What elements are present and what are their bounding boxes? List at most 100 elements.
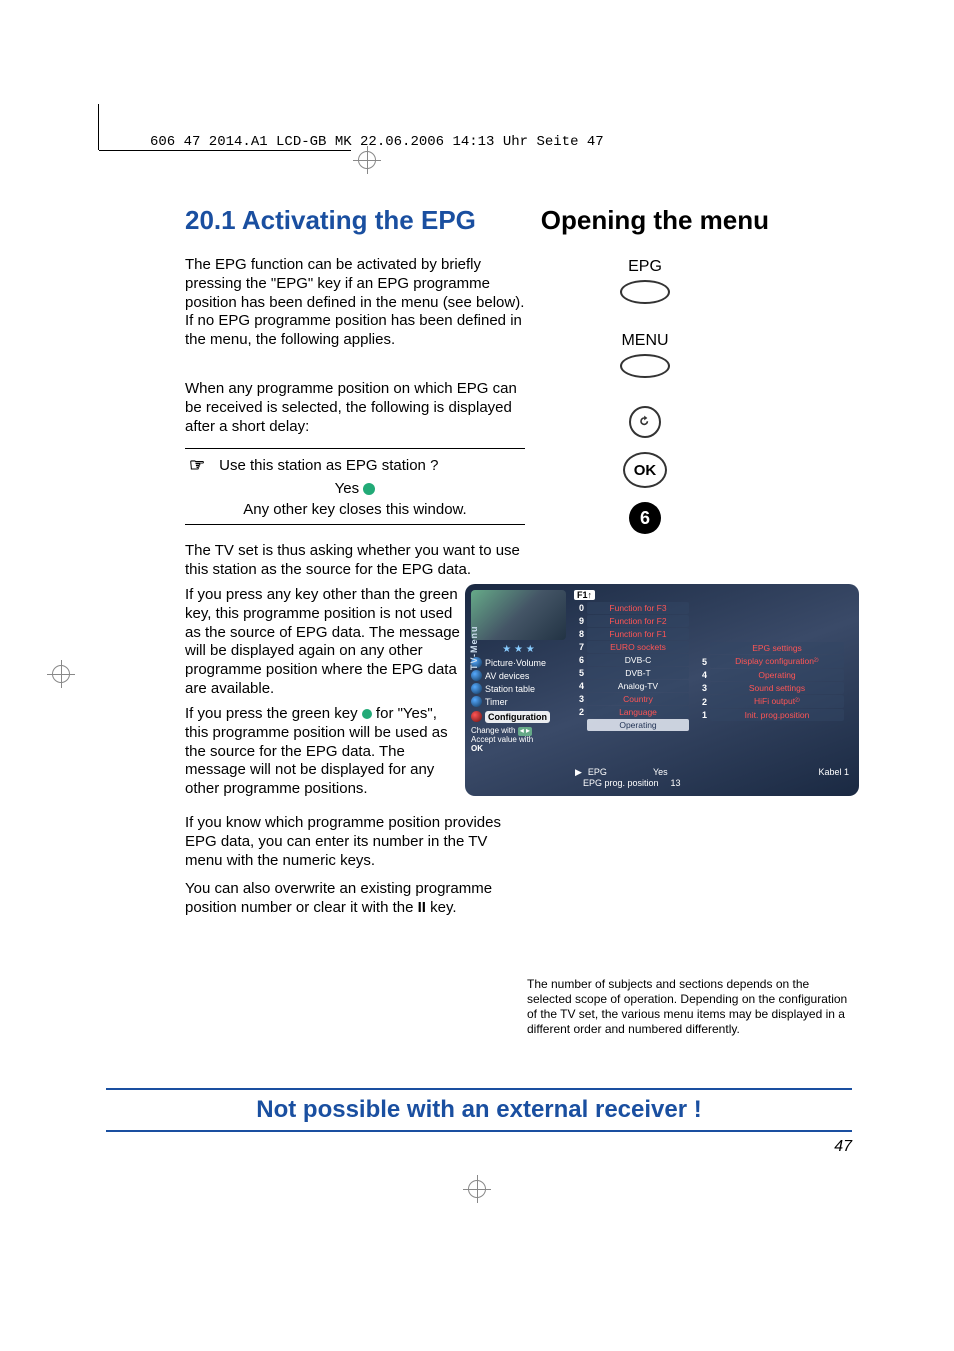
tv-config-label: Configuration bbox=[485, 711, 550, 723]
text-run: II bbox=[418, 899, 426, 916]
tv-menu-row: 8Function for F1 bbox=[574, 628, 689, 640]
tv-row-num: 8 bbox=[574, 629, 584, 639]
tv-row-num: 0 bbox=[574, 603, 584, 613]
tv-row-num: 4 bbox=[574, 681, 584, 691]
tv-row-label: Country bbox=[587, 693, 689, 705]
status-value: 13 bbox=[671, 778, 681, 788]
tv-row-label: Function for F2 bbox=[587, 615, 689, 627]
menu-key-icon bbox=[620, 354, 670, 378]
tv-menu-row: 3Sound settings bbox=[697, 682, 844, 694]
number-label: 6 bbox=[640, 508, 650, 529]
tv-right-column: EPG settings5Display configuration²⁾4Ope… bbox=[689, 590, 844, 790]
text-run: Change with bbox=[471, 726, 515, 735]
tv-row-label: DVB-T bbox=[587, 667, 689, 679]
tv-menu-row: 9Function for F2 bbox=[574, 615, 689, 627]
tv-menu-row: 2Language bbox=[574, 706, 689, 718]
tv-row-label: Operating bbox=[710, 669, 844, 681]
tv-row-num: 1 bbox=[697, 710, 707, 720]
menu-dot-icon bbox=[471, 696, 482, 707]
number-key-icon: 6 bbox=[629, 502, 661, 534]
registration-mark bbox=[353, 146, 381, 174]
back-key-icon bbox=[629, 406, 661, 438]
ok-key-icon: OK bbox=[623, 452, 667, 488]
body-paragraph: If you know which programme position pro… bbox=[185, 814, 525, 870]
tv-thumbnail bbox=[471, 590, 566, 640]
menu-key-label: MENU bbox=[621, 332, 668, 350]
tv-menu-row: 2HiFi output²⁾ bbox=[697, 695, 844, 708]
status-value: Yes bbox=[653, 767, 668, 778]
tv-row-num: 9 bbox=[574, 616, 584, 626]
registration-mark bbox=[463, 1175, 491, 1203]
tv-menu-row: 4Analog-TV bbox=[574, 680, 689, 692]
callout-box: ☞ Use this station as EPG station ? Yes … bbox=[185, 448, 525, 525]
menu-dot-icon bbox=[471, 670, 482, 681]
tv-mid-column: F1↑ 0Function for F39Function for F28Fun… bbox=[566, 590, 689, 790]
page-topic: Opening the menu bbox=[541, 205, 769, 236]
tv-menu-row: 5Display configuration²⁾ bbox=[697, 655, 844, 668]
tv-row-num: 4 bbox=[697, 670, 707, 680]
status-label: EPG prog. position bbox=[583, 778, 659, 788]
tv-menu-row: 6DVB-C bbox=[574, 654, 689, 666]
tv-side-item: Configuration bbox=[471, 709, 566, 723]
status-label: EPG bbox=[588, 767, 607, 778]
tv-side-label: AV devices bbox=[485, 671, 529, 681]
epg-key-icon bbox=[620, 280, 670, 304]
callout-line: Use this station as EPG station ? bbox=[219, 457, 438, 474]
tv-menu-row: 3Country bbox=[574, 693, 689, 705]
tv-row-num: 2 bbox=[697, 697, 707, 707]
tv-row-label: EURO sockets bbox=[587, 641, 689, 653]
tv-menu-row: 7EURO sockets bbox=[574, 641, 689, 653]
tv-row-num: 3 bbox=[574, 694, 584, 704]
callout-line: Any other key closes this window. bbox=[189, 501, 521, 518]
tv-row-label: EPG settings bbox=[710, 642, 844, 654]
arrow-right-icon: ▶ bbox=[575, 767, 582, 778]
section-title: 20.1 Activating the EPG bbox=[185, 205, 476, 236]
tv-menu-screenshot: TV-Menu ★ ★ ★ Picture·Volume AV devices … bbox=[465, 584, 859, 796]
header-note: 606 47 2014.A1 LCD-GB MK 22.06.2006 14:1… bbox=[150, 134, 604, 150]
body-paragraph: If you press the green key for "Yes", th… bbox=[185, 705, 460, 799]
tv-menu-row: EPG settings bbox=[697, 642, 844, 654]
pointing-hand-icon: ☞ bbox=[189, 455, 205, 476]
text-run: Accept value with bbox=[471, 735, 533, 744]
menu-dot-icon bbox=[471, 711, 482, 722]
tv-menu-row: Operating bbox=[574, 719, 689, 731]
warning-banner: Not possible with an external receiver ! bbox=[106, 1088, 852, 1132]
ok-label: OK bbox=[634, 462, 657, 479]
tv-menu-title: TV-Menu bbox=[469, 626, 479, 671]
status-channel: Kabel 1 bbox=[818, 767, 849, 788]
tv-side-label: Station table bbox=[485, 684, 535, 694]
tv-row-label: HiFi output²⁾ bbox=[710, 695, 844, 708]
body-paragraph: When any programme position on which EPG… bbox=[185, 380, 525, 436]
green-dot-icon bbox=[363, 483, 375, 495]
tv-side-item: AV devices bbox=[471, 670, 566, 681]
tv-row-label: Operating bbox=[587, 719, 689, 731]
tv-row-label: Init. prog.position bbox=[710, 709, 844, 721]
tv-menu-row: 1Init. prog.position bbox=[697, 709, 844, 721]
tv-menu-row: 4Operating bbox=[697, 669, 844, 681]
tv-row-num: 3 bbox=[697, 683, 707, 693]
tv-row-label: DVB-C bbox=[587, 654, 689, 666]
registration-mark bbox=[47, 660, 75, 688]
epg-key-label: EPG bbox=[628, 258, 662, 276]
warning-text: Not possible with an external receiver ! bbox=[106, 1096, 852, 1124]
callout-line: Yes bbox=[335, 480, 359, 497]
f1-badge: F1↑ bbox=[574, 590, 595, 600]
tv-row-num: 7 bbox=[574, 642, 584, 652]
remote-key-column: EPG MENU OK 6 bbox=[570, 258, 720, 534]
crop-line bbox=[99, 150, 351, 151]
tv-side-label: Timer bbox=[485, 697, 508, 707]
tv-row-label: Sound settings bbox=[710, 682, 844, 694]
tv-side-label: Picture·Volume bbox=[485, 658, 546, 668]
tv-menu-row: 0Function for F3 bbox=[574, 602, 689, 614]
body-paragraph: The EPG function can be activated by bri… bbox=[185, 256, 525, 350]
tv-row-num: 6 bbox=[574, 655, 584, 665]
tv-row-label: Language bbox=[587, 706, 689, 718]
green-dot-icon bbox=[362, 709, 372, 719]
tv-hint: Change with ◂ ▸ Accept value with OK bbox=[471, 727, 566, 753]
tv-row-label: Display configuration²⁾ bbox=[710, 655, 844, 668]
tv-side-item: Station table bbox=[471, 683, 566, 694]
page-number: 47 bbox=[834, 1138, 852, 1156]
body-paragraph: The TV set is thus asking whether you wa… bbox=[185, 542, 525, 580]
tv-side-item: Timer bbox=[471, 696, 566, 707]
title-row: 20.1 Activating the EPG Opening the menu bbox=[185, 205, 769, 236]
